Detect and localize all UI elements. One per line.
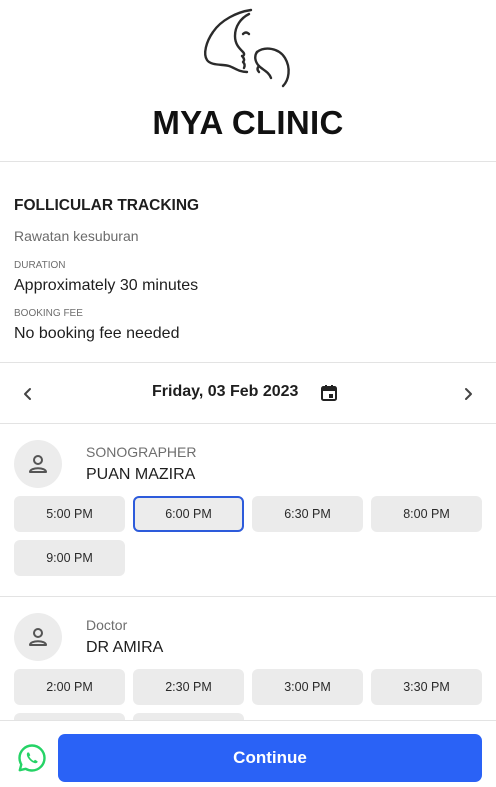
booking-fee-value: No booking fee needed xyxy=(14,325,180,342)
duration-label: DURATION xyxy=(14,260,66,271)
selected-date: Friday, 03 Feb 2023 xyxy=(152,383,299,400)
continue-button[interactable]: Continue xyxy=(58,734,482,782)
duration-value: Approximately 30 minutes xyxy=(14,277,199,294)
service-details: FOLLICULAR TRACKING Rawatan kesuburan DU… xyxy=(14,162,482,362)
service-title: FOLLICULAR TRACKING xyxy=(14,197,200,214)
previous-day-button[interactable] xyxy=(17,383,39,405)
time-slot[interactable]: 5:00 PM xyxy=(14,496,125,532)
time-slot[interactable]: 3:30 PM xyxy=(371,669,482,705)
practitioner-name: DR AMIRA xyxy=(86,639,164,656)
avatar xyxy=(14,613,62,661)
person-icon xyxy=(29,455,47,473)
mother-baby-logo-icon xyxy=(204,8,290,88)
footer-bar: Continue xyxy=(0,720,496,787)
time-slot[interactable]: 9:00 PM xyxy=(14,540,125,576)
time-slot[interactable]: 2:30 PM xyxy=(133,669,244,705)
practitioner-role: Doctor xyxy=(86,617,128,633)
chevron-right-icon xyxy=(465,388,472,400)
time-slot[interactable]: 3:00 PM xyxy=(252,669,363,705)
clinic-header: MYA CLINIC xyxy=(0,0,496,162)
time-slot[interactable]: 2:00 PM xyxy=(14,669,125,705)
service-subtitle: Rawatan kesuburan xyxy=(14,228,139,244)
practitioner-name: PUAN MAZIRA xyxy=(86,466,196,483)
practitioner-role: SONOGRAPHER xyxy=(86,444,197,460)
next-day-button[interactable] xyxy=(457,383,479,405)
clinic-name: MYA CLINIC xyxy=(152,104,344,141)
calendar-icon[interactable] xyxy=(320,384,338,402)
practitioner-card: SONOGRAPHER PUAN MAZIRA 5:00 PM 6:00 PM … xyxy=(0,424,496,596)
time-slot[interactable]: 8:00 PM xyxy=(371,496,482,532)
practitioner-card: Doctor DR AMIRA 2:00 PM 2:30 PM 3:00 PM … xyxy=(0,597,496,749)
chevron-left-icon xyxy=(24,388,31,400)
avatar xyxy=(14,440,62,488)
time-slot-selected[interactable]: 6:00 PM xyxy=(133,496,244,532)
time-slot[interactable]: 6:30 PM xyxy=(252,496,363,532)
person-icon xyxy=(29,628,47,646)
booking-fee-label: BOOKING FEE xyxy=(14,308,83,319)
whatsapp-icon[interactable] xyxy=(17,743,47,773)
date-selector: Friday, 03 Feb 2023 xyxy=(0,363,496,423)
